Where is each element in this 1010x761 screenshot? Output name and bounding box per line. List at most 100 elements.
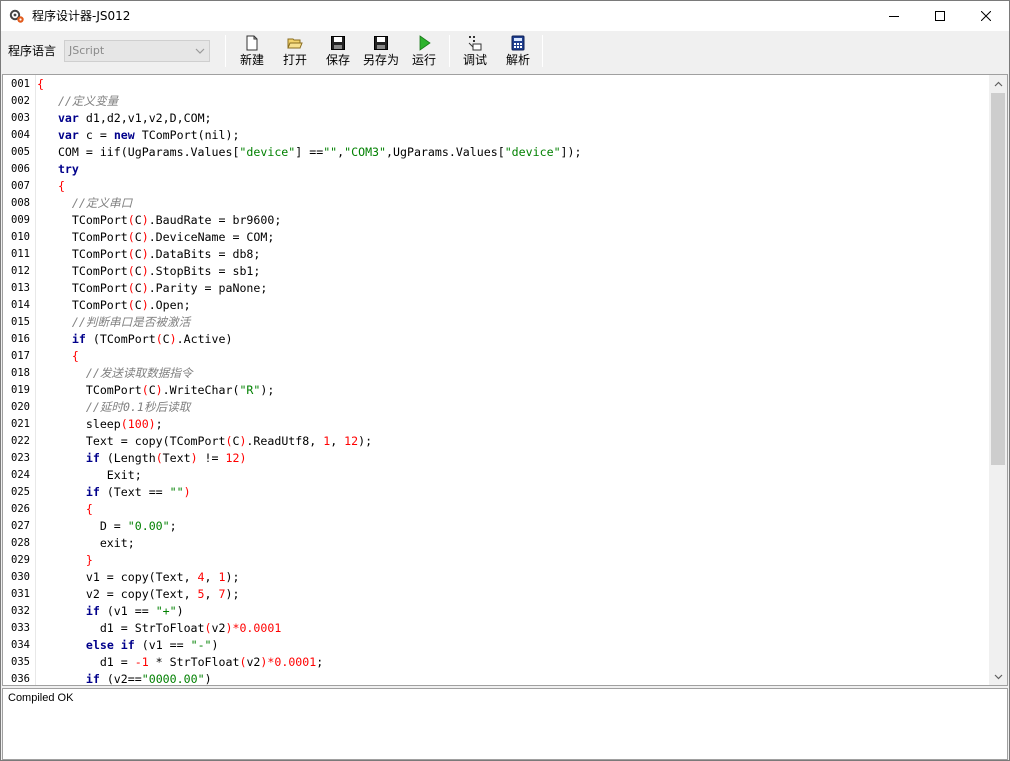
code-line: if (TComPort(C).Active): [37, 331, 233, 348]
code-token: 12: [344, 434, 359, 448]
code-line: if (v1 == "+"): [37, 603, 184, 620]
code-line: //判断串口是否被激活: [37, 314, 190, 331]
floppy-disk-save-as-icon: [374, 36, 388, 50]
code-token: C: [134, 213, 142, 227]
code-token: {: [37, 77, 44, 91]
code-token: v1 = copy(Text,: [37, 570, 198, 584]
code-token: (v1 ==: [99, 604, 156, 618]
code-token: ): [155, 383, 163, 397]
code-line: //发送读取数据指令: [37, 365, 193, 382]
vertical-scrollbar[interactable]: [989, 75, 1007, 685]
code-token: TComPort: [37, 281, 128, 295]
language-label: 程序语言: [8, 44, 57, 58]
code-token: v2: [246, 655, 261, 669]
line-number: 016: [11, 333, 30, 345]
save-as-button-label: 另存为: [362, 53, 399, 67]
code-line: {: [37, 348, 79, 365]
run-button-label: 运行: [411, 53, 436, 67]
code-token: .DataBits = db8;: [148, 247, 261, 261]
code-token: new: [113, 128, 135, 142]
code-token: ): [141, 230, 149, 244]
code-token: C: [134, 247, 142, 261]
code-token: "0000.00": [141, 672, 205, 685]
code-token: d1,d2,v1,v2,D,COM;: [78, 111, 212, 125]
save-button[interactable]: 保存: [323, 33, 353, 69]
language-select[interactable]: JScript: [64, 40, 210, 62]
scroll-down-button[interactable]: [989, 668, 1007, 685]
parse-button[interactable]: 解析: [503, 33, 533, 69]
debug-button[interactable]: 调试: [460, 33, 490, 69]
code-token: C: [148, 383, 156, 397]
code-token: (: [127, 264, 135, 278]
code-line: TComPort(C).DataBits = db8;: [37, 246, 261, 263]
code-token: if: [71, 332, 86, 346]
code-token: TComPort: [37, 298, 128, 312]
line-number: 024: [11, 469, 30, 481]
run-button[interactable]: 运行: [409, 33, 439, 69]
code-token: if: [85, 672, 100, 685]
code-token: //延时0.1秒后读取: [37, 400, 191, 414]
code-token: ): [211, 638, 219, 652]
code-token: var: [57, 111, 79, 125]
code-text-area[interactable]: { //定义变量 var d1,d2,v1,v2,D,COM; var c = …: [37, 75, 989, 685]
line-number: 011: [11, 248, 30, 260]
code-line: try: [37, 161, 79, 178]
scrollbar-thumb[interactable]: [991, 93, 1005, 465]
close-button[interactable]: [963, 1, 1009, 31]
code-token: (100): [120, 417, 156, 431]
code-line: TComPort(C).Parity = paNone;: [37, 280, 267, 297]
line-number: 033: [11, 622, 30, 634]
line-number: 005: [11, 146, 30, 158]
code-token: {: [37, 502, 93, 516]
code-line: Exit;: [37, 467, 142, 484]
open-folder-icon: [287, 38, 303, 49]
code-token: "0.00": [127, 519, 170, 533]
code-token: ,: [204, 587, 219, 601]
code-token: ;: [169, 519, 177, 533]
title-bar[interactable]: 程序设计器-JS012: [1, 1, 1009, 31]
code-token: (: [127, 247, 135, 261]
code-token: -1: [134, 655, 149, 669]
maximize-button[interactable]: [917, 1, 963, 31]
line-number: 022: [11, 435, 30, 447]
line-number-gutter: 001 002 003 004 005 006 007 008 009 010 011 012 013 0…: [3, 75, 36, 685]
line-number: 002: [11, 95, 30, 107]
code-editor[interactable]: 001 002 003 004 005 006 007 008 009 010 011 012 013 0…: [2, 74, 1008, 686]
parse-button-label: 解析: [505, 53, 530, 67]
code-token: }: [37, 553, 93, 567]
toolbar-separator: [542, 35, 543, 67]
line-number: 027: [11, 520, 30, 532]
line-number: 010: [11, 231, 30, 243]
minimize-icon: [889, 16, 899, 17]
output-panel[interactable]: Compiled OK: [2, 688, 1008, 760]
code-token: *0.0001: [267, 655, 317, 669]
code-token: .StopBits = sb1;: [148, 264, 261, 278]
new-button[interactable]: 新建: [237, 33, 267, 69]
code-token: TComPort: [37, 264, 128, 278]
scroll-up-button[interactable]: [989, 75, 1007, 92]
code-token: !=: [197, 451, 226, 465]
compile-status-message: Compiled OK: [8, 692, 74, 704]
line-number: 007: [11, 180, 30, 192]
line-number: 029: [11, 554, 30, 566]
code-line: var d1,d2,v1,v2,D,COM;: [37, 110, 212, 127]
code-token: //判断串口是否被激活: [37, 315, 191, 329]
code-token: ): [169, 332, 177, 346]
code-token: else if: [85, 638, 135, 652]
code-token: ): [141, 213, 149, 227]
save-button-label: 保存: [325, 53, 350, 67]
floppy-disk-icon: [331, 36, 345, 50]
line-number: 020: [11, 401, 30, 413]
code-token: ,UgParams.Values[: [386, 145, 505, 159]
code-token: );: [225, 570, 240, 584]
maximize-icon: [935, 11, 945, 21]
code-token: TComPort(nil);: [134, 128, 240, 142]
open-button[interactable]: 打开: [280, 33, 310, 69]
save-as-button[interactable]: 另存为: [361, 33, 401, 69]
minimize-button[interactable]: [871, 1, 917, 31]
code-token: (TComPort: [85, 332, 156, 346]
